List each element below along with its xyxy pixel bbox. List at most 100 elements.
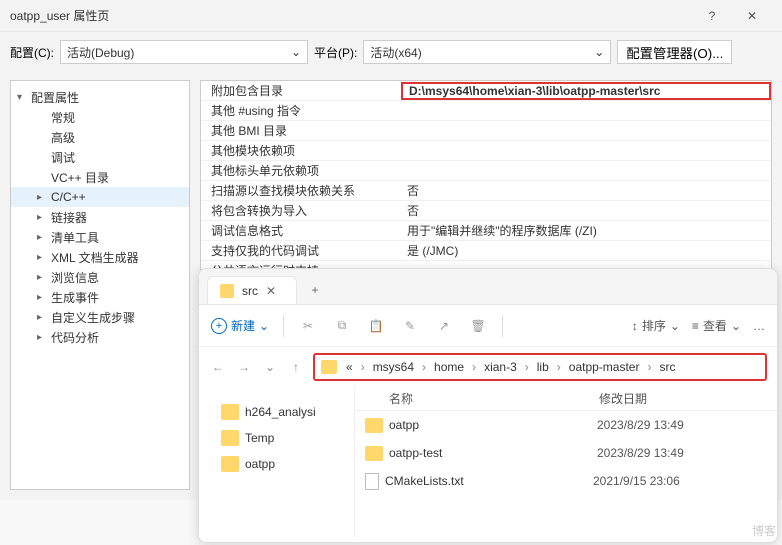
property-row[interactable]: 其他标头单元依赖项 [201, 161, 771, 181]
property-row[interactable]: 将包含转换为导入否 [201, 201, 771, 221]
property-row[interactable]: 其他 BMI 目录 [201, 121, 771, 141]
new-tab-button[interactable]: + [301, 276, 329, 304]
chevron-down-icon: ⌄ [259, 319, 269, 333]
chevron-down-icon[interactable]: ⌄ [261, 360, 279, 374]
config-combo[interactable]: 活动(Debug) ⌄ [60, 40, 308, 64]
crumb-segment[interactable]: oatpp-master [566, 360, 643, 374]
close-icon[interactable]: ✕ [732, 0, 772, 32]
property-value[interactable]: D:\msys64\home\xian-3\lib\oatpp-master\s… [401, 82, 771, 100]
property-value[interactable]: 否 [401, 182, 771, 199]
close-tab-icon[interactable]: ✕ [266, 284, 276, 298]
column-headers[interactable]: 名称 修改日期 [355, 387, 777, 411]
sort-button[interactable]: ↕ 排序 ⌄ [632, 317, 680, 334]
property-value[interactable]: 是 (/JMC) [401, 242, 771, 259]
new-button[interactable]: + 新建 ⌄ [211, 317, 269, 334]
crumb-segment[interactable]: xian-3 [481, 360, 520, 374]
tree-label: 调试 [51, 149, 75, 166]
crumb-segment[interactable]: msys64 [370, 360, 417, 374]
forward-icon[interactable]: → [235, 360, 253, 374]
explorer-tab[interactable]: src ✕ [207, 276, 297, 304]
folder-icon [220, 284, 234, 298]
chevron-down-icon: ⌄ [594, 45, 604, 59]
crumb-overflow[interactable]: « [343, 360, 356, 374]
chevron-right-icon: › [469, 360, 479, 374]
tree-node[interactable]: VC++ 目录 [11, 167, 189, 187]
explorer-toolbar: + 新建 ⌄ ✂ ⧉ 📋 ✎ ↗ 🗑 ↕ 排序 ⌄ ≡ 查看 ⌄ … [199, 305, 777, 347]
tree-label: 代码分析 [51, 329, 99, 346]
file-icon [365, 473, 379, 490]
chevron-right-icon [37, 332, 47, 343]
sidebar-item-label: oatpp [245, 457, 275, 471]
file-date: 2021/9/15 23:06 [593, 474, 680, 488]
property-key: 其他 BMI 目录 [201, 122, 401, 139]
more-button[interactable]: … [753, 317, 765, 334]
tree-node[interactable]: 调试 [11, 147, 189, 167]
sidebar-item[interactable]: oatpp [199, 451, 354, 477]
paste-icon[interactable]: 📋 [366, 316, 386, 336]
file-date: 2023/8/29 13:49 [597, 418, 684, 432]
tree-label: 常规 [51, 109, 75, 126]
tree-node[interactable]: XML 文档生成器 [11, 247, 189, 267]
tree-panel[interactable]: 配置属性常规高级调试VC++ 目录C/C++链接器清单工具XML 文档生成器浏览… [10, 80, 190, 490]
tree-node[interactable]: 浏览信息 [11, 267, 189, 287]
platform-label: 平台(P): [314, 44, 357, 61]
file-list: oatpp2023/8/29 13:49oatpp-test2023/8/29 … [355, 411, 777, 495]
tree-node[interactable]: 高级 [11, 127, 189, 147]
delete-icon[interactable]: 🗑 [468, 316, 488, 336]
property-row[interactable]: 支持仅我的代码调试是 (/JMC) [201, 241, 771, 261]
back-icon[interactable]: ← [209, 360, 227, 374]
property-value[interactable]: 用于"编辑并继续"的程序数据库 (/ZI) [401, 222, 771, 239]
chevron-right-icon [37, 212, 47, 223]
copy-icon[interactable]: ⧉ [332, 316, 352, 336]
file-date: 2023/8/29 13:49 [597, 446, 684, 460]
chevron-right-icon [37, 252, 47, 263]
tree-node[interactable]: 清单工具 [11, 227, 189, 247]
tree-node[interactable]: C/C++ [11, 187, 189, 207]
help-icon[interactable]: ? [692, 0, 732, 32]
rename-icon[interactable]: ✎ [400, 316, 420, 336]
tree-node[interactable]: 常规 [11, 107, 189, 127]
chevron-right-icon: › [358, 360, 368, 374]
titlebar: oatpp_user 属性页 ? ✕ [0, 0, 782, 32]
tree-node[interactable]: 自定义生成步骤 [11, 307, 189, 327]
property-row[interactable]: 其他 #using 指令 [201, 101, 771, 121]
file-row[interactable]: oatpp-test2023/8/29 13:49 [355, 439, 777, 467]
config-manager-button[interactable]: 配置管理器(O)... [617, 40, 732, 64]
property-key: 其他标头单元依赖项 [201, 162, 401, 179]
chevron-right-icon [37, 312, 47, 323]
tab-title: src [242, 284, 258, 298]
sidebar-item[interactable]: h264_analysi [199, 399, 354, 425]
crumb-segment[interactable]: home [431, 360, 467, 374]
col-modified[interactable]: 修改日期 [599, 390, 647, 407]
crumb-segment[interactable]: src [656, 360, 678, 374]
dialog-title: oatpp_user 属性页 [10, 7, 692, 24]
property-key: 支持仅我的代码调试 [201, 242, 401, 259]
property-value[interactable]: 否 [401, 202, 771, 219]
tree-node[interactable]: 链接器 [11, 207, 189, 227]
file-row[interactable]: oatpp2023/8/29 13:49 [355, 411, 777, 439]
property-row[interactable]: 其他模块依赖项 [201, 141, 771, 161]
tree-node[interactable]: 代码分析 [11, 327, 189, 347]
folder-icon [221, 456, 239, 472]
chevron-right-icon: › [522, 360, 532, 374]
config-row: 配置(C): 活动(Debug) ⌄ 平台(P): 活动(x64) ⌄ 配置管理… [0, 32, 782, 72]
property-grid[interactable]: 附加包含目录D:\msys64\home\xian-3\lib\oatpp-ma… [200, 80, 772, 270]
col-name[interactable]: 名称 [389, 390, 599, 407]
view-button[interactable]: ≡ 查看 ⌄ [692, 317, 741, 334]
chevron-right-icon [37, 292, 47, 303]
explorer-sidebar[interactable]: h264_analysiTemp oatpp [199, 387, 355, 537]
cut-icon[interactable]: ✂ [298, 316, 318, 336]
share-icon[interactable]: ↗ [434, 316, 454, 336]
property-row[interactable]: 调试信息格式用于"编辑并继续"的程序数据库 (/ZI) [201, 221, 771, 241]
file-row[interactable]: CMakeLists.txt2021/9/15 23:06 [355, 467, 777, 495]
property-row[interactable]: 附加包含目录D:\msys64\home\xian-3\lib\oatpp-ma… [201, 81, 771, 101]
property-row[interactable]: 扫描源以查找模块依赖关系否 [201, 181, 771, 201]
platform-combo[interactable]: 活动(x64) ⌄ [363, 40, 611, 64]
tree-node[interactable]: 生成事件 [11, 287, 189, 307]
property-key: 调试信息格式 [201, 222, 401, 239]
tree-node[interactable]: 配置属性 [11, 87, 189, 107]
sidebar-item[interactable]: Temp [199, 425, 354, 451]
breadcrumb[interactable]: «›msys64›home›xian-3›lib›oatpp-master›sr… [313, 353, 767, 381]
crumb-segment[interactable]: lib [534, 360, 552, 374]
up-icon[interactable]: ↑ [287, 360, 305, 374]
